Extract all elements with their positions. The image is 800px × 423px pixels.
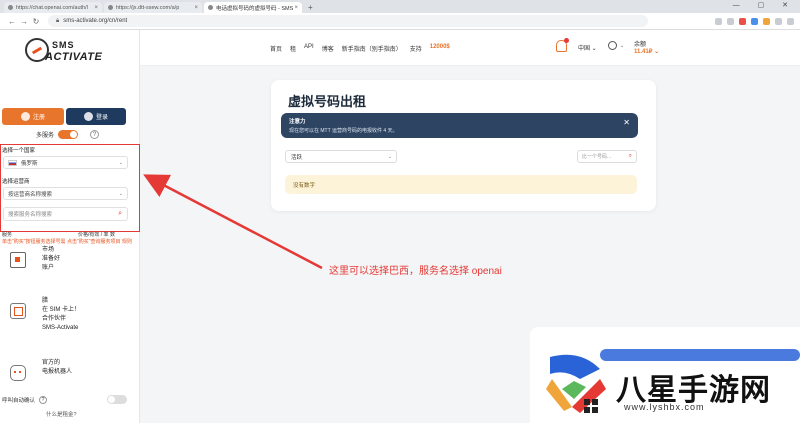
watermark-bar bbox=[600, 349, 800, 361]
watermark-url: www.lyshbx.com bbox=[624, 402, 705, 412]
annotation-text: 这里可以选择巴西，服务名选择 openai bbox=[329, 266, 502, 277]
watermark-logo-icon bbox=[546, 354, 606, 413]
watermark: 八星手游网 www.lyshbx.com bbox=[540, 345, 800, 423]
